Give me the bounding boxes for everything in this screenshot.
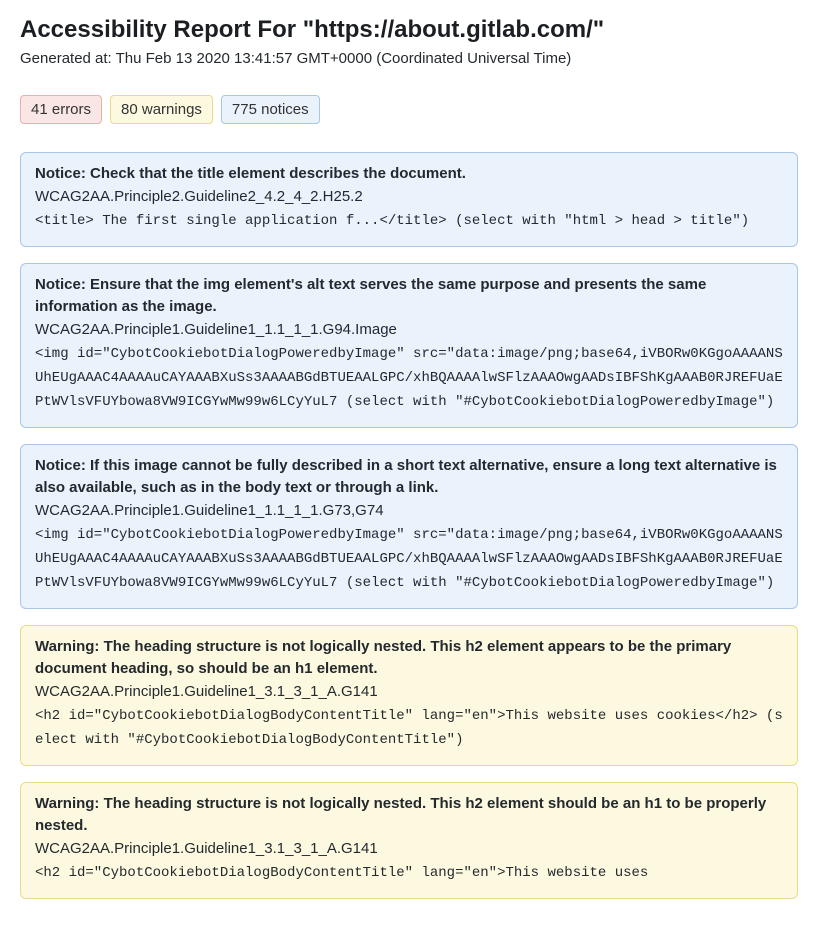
- generated-at: Generated at: Thu Feb 13 2020 13:41:57 G…: [20, 50, 798, 67]
- issue-item: Notice: Ensure that the img element's al…: [20, 263, 798, 428]
- issue-code: WCAG2AA.Principle1.Guideline1_1.1_1_1.G9…: [35, 321, 397, 338]
- issue-context: <title> The first single application f..…: [35, 210, 783, 234]
- summary-badges: 41 errors 80 warnings 775 notices: [20, 95, 798, 124]
- issue-message: Notice: If this image cannot be fully de…: [35, 457, 777, 497]
- issue-context: <h2 id="CybotCookiebotDialogBodyContentT…: [35, 862, 783, 886]
- warnings-badge[interactable]: 80 warnings: [110, 95, 213, 124]
- issue-item: Notice: Check that the title element des…: [20, 152, 798, 247]
- issue-message: Warning: The heading structure is not lo…: [35, 795, 766, 835]
- errors-badge[interactable]: 41 errors: [20, 95, 102, 124]
- issue-context: <h2 id="CybotCookiebotDialogBodyContentT…: [35, 705, 783, 753]
- issue-message: Notice: Ensure that the img element's al…: [35, 276, 706, 316]
- issues-list: Notice: Check that the title element des…: [20, 152, 798, 899]
- issue-code: WCAG2AA.Principle1.Guideline1_3.1_3_1_A.…: [35, 683, 378, 700]
- issue-item: Notice: If this image cannot be fully de…: [20, 444, 798, 609]
- issue-item: Warning: The heading structure is not lo…: [20, 625, 798, 766]
- issue-message: Warning: The heading structure is not lo…: [35, 638, 731, 678]
- issue-item: Warning: The heading structure is not lo…: [20, 782, 798, 899]
- issue-context: <img id="CybotCookiebotDialogPoweredbyIm…: [35, 343, 783, 414]
- issue-code: WCAG2AA.Principle2.Guideline2_4.2_4_2.H2…: [35, 188, 363, 205]
- issue-message: Notice: Check that the title element des…: [35, 165, 466, 182]
- issue-code: WCAG2AA.Principle1.Guideline1_1.1_1_1.G7…: [35, 502, 384, 519]
- notices-badge[interactable]: 775 notices: [221, 95, 320, 124]
- issue-code: WCAG2AA.Principle1.Guideline1_3.1_3_1_A.…: [35, 840, 378, 857]
- issue-context: <img id="CybotCookiebotDialogPoweredbyIm…: [35, 524, 783, 595]
- page-title: Accessibility Report For "https://about.…: [20, 16, 798, 44]
